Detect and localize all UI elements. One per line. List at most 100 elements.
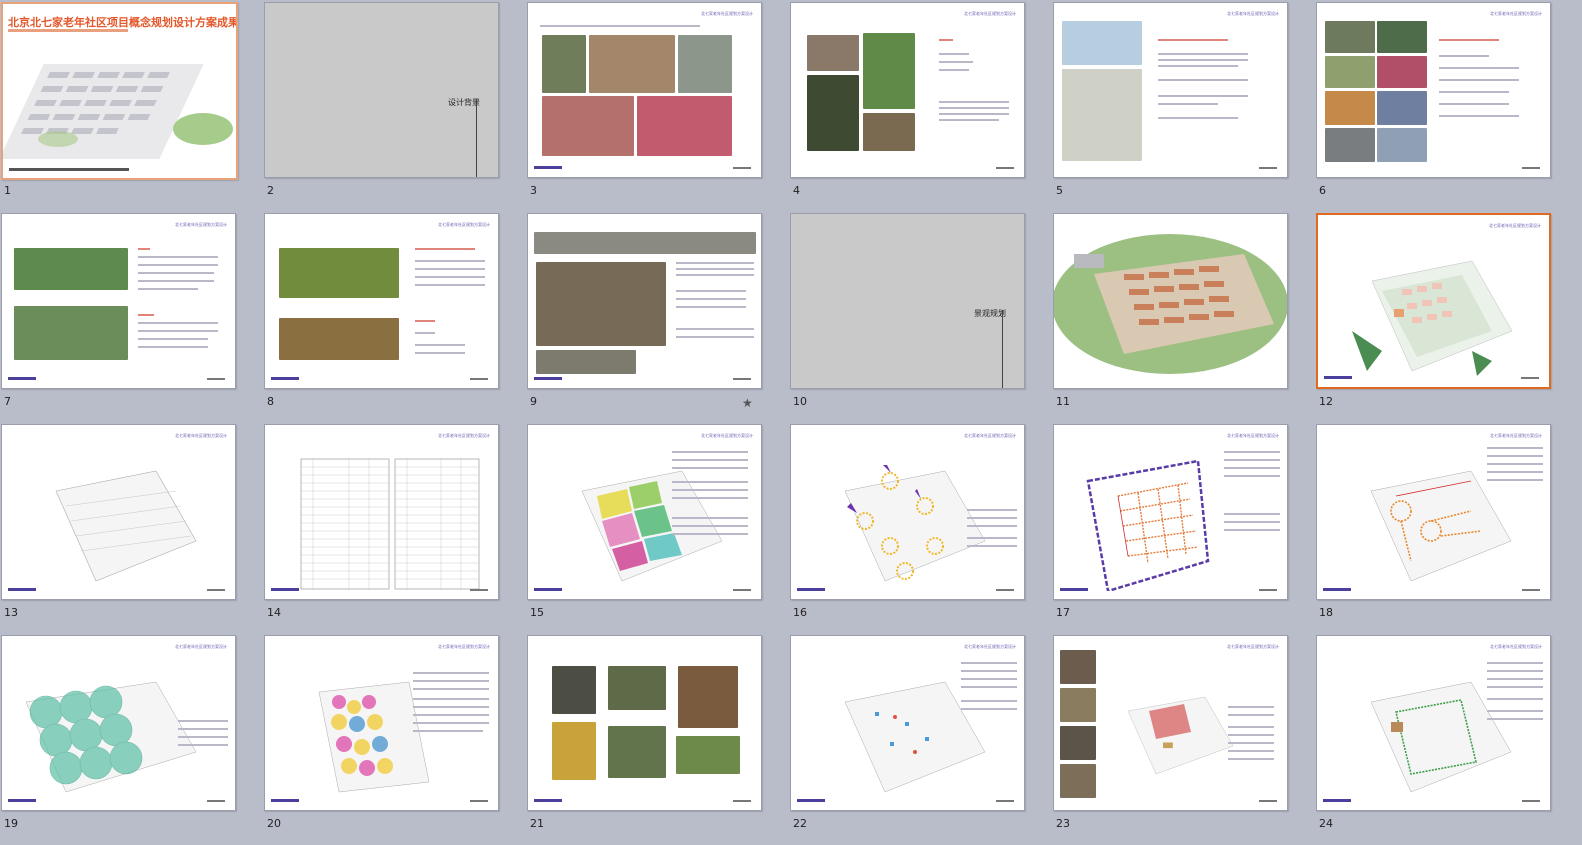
photo-grid bbox=[14, 248, 128, 290]
slide-header: 北七家老年社区规划方案设计 bbox=[1490, 433, 1542, 438]
slide-sorter-grid: 北京北七家老年社区项目概念规划设计方案成果 1 设计背景 2 北七家老年社区规划… bbox=[0, 0, 1553, 830]
slide-thumb-2[interactable]: 设计背景 2 bbox=[264, 2, 501, 197]
text-line bbox=[961, 662, 1017, 664]
text-line bbox=[178, 744, 228, 746]
footer-text bbox=[1259, 589, 1277, 591]
text-line bbox=[138, 314, 154, 316]
slide-number: 12 bbox=[1319, 395, 1333, 408]
text-line bbox=[1228, 758, 1274, 760]
slide-thumb-5[interactable]: 北七家老年社区规划方案设计 5 bbox=[1053, 2, 1290, 197]
logo-bar bbox=[534, 377, 562, 380]
slide-thumb-13[interactable]: 北七家老年社区规划方案设计 13 bbox=[1, 424, 238, 619]
slide-thumb-21[interactable]: 21 bbox=[527, 635, 764, 830]
slide-header: 北七家老年社区规划方案设计 bbox=[175, 433, 227, 438]
text-line bbox=[1487, 710, 1543, 712]
slide-20-canvas: 北七家老年社区规划方案设计 bbox=[264, 635, 499, 811]
slide-1-canvas: 北京北七家老年社区项目概念规划设计方案成果 bbox=[1, 2, 238, 180]
footer-text bbox=[1522, 589, 1540, 591]
photo-grid bbox=[14, 306, 128, 360]
text-line bbox=[672, 497, 748, 499]
text-line bbox=[672, 481, 748, 483]
slide-header: 北七家老年社区规划方案设计 bbox=[701, 433, 753, 438]
text-line bbox=[540, 25, 700, 27]
slide-thumb-22[interactable]: 北七家老年社区规划方案设计 22 bbox=[790, 635, 1027, 830]
text-line bbox=[415, 352, 465, 354]
slide-thumb-8[interactable]: 北七家老年社区规划方案设计 8 bbox=[264, 213, 501, 408]
slide-number: 3 bbox=[530, 184, 537, 197]
text-line bbox=[967, 537, 1017, 539]
slide-thumb-10[interactable]: 景观规划 10 bbox=[790, 213, 1027, 408]
slide-6-canvas: 北七家老年社区规划方案设计 bbox=[1316, 2, 1551, 178]
text-line bbox=[672, 517, 748, 519]
footer-text bbox=[996, 589, 1014, 591]
text-line bbox=[1439, 91, 1509, 93]
slide-thumb-3[interactable]: 北七家老年社区规划方案设计 3 bbox=[527, 2, 764, 197]
text-line bbox=[1439, 79, 1519, 81]
text-line bbox=[138, 264, 218, 266]
text-line bbox=[939, 107, 1009, 109]
slide-thumb-4[interactable]: 北七家老年社区规划方案设计 4 bbox=[790, 2, 1027, 197]
slide-thumb-6[interactable]: 北七家老年社区规划方案设计 6 bbox=[1316, 2, 1553, 197]
text-line bbox=[967, 525, 1017, 527]
photo bbox=[589, 35, 675, 93]
text-line bbox=[1158, 59, 1248, 61]
text-line bbox=[413, 698, 489, 700]
text-line bbox=[1487, 670, 1543, 672]
text-line bbox=[413, 672, 489, 674]
slide-7-canvas: 北七家老年社区规划方案设计 bbox=[1, 213, 236, 389]
slide-2-canvas: 设计背景 bbox=[264, 2, 499, 178]
china-map bbox=[1062, 69, 1142, 161]
photo bbox=[1377, 91, 1427, 125]
text-line bbox=[1228, 706, 1274, 708]
world-map bbox=[1062, 21, 1142, 65]
slide-thumb-16[interactable]: 北七家老年社区规划方案设计 16 bbox=[790, 424, 1027, 619]
text-line bbox=[1224, 467, 1280, 469]
text-line bbox=[413, 730, 483, 732]
text-line bbox=[138, 248, 150, 250]
facility-plan bbox=[318, 681, 430, 793]
slide-thumb-24[interactable]: 北七家老年社区规划方案设计 24 bbox=[1316, 635, 1553, 830]
photo bbox=[608, 666, 666, 710]
logo-bar bbox=[534, 166, 562, 169]
slide-23-canvas: 北七家老年社区规划方案设计 bbox=[1053, 635, 1288, 811]
star-icon[interactable]: ★ bbox=[742, 396, 753, 410]
logo-bar bbox=[1324, 376, 1352, 379]
slide-thumb-18[interactable]: 北七家老年社区规划方案设计 18 bbox=[1316, 424, 1553, 619]
slide-thumb-7[interactable]: 北七家老年社区规划方案设计 7 bbox=[1, 213, 238, 408]
photo-grid bbox=[279, 248, 399, 298]
text-line bbox=[1158, 53, 1248, 55]
text-line bbox=[967, 517, 1017, 519]
logo-bar bbox=[797, 799, 825, 802]
photo bbox=[1060, 764, 1096, 798]
cover-aerial-render bbox=[3, 64, 233, 171]
panorama-photo bbox=[534, 232, 756, 254]
slide-thumb-23[interactable]: 北七家老年社区规划方案设计 23 bbox=[1053, 635, 1290, 830]
text-line bbox=[1224, 513, 1280, 515]
slide-thumb-15[interactable]: 北七家老年社区规划方案设计 15 bbox=[527, 424, 764, 619]
slide-number: 6 bbox=[1319, 184, 1326, 197]
text-line bbox=[939, 61, 973, 63]
footer-text bbox=[207, 800, 225, 802]
logo-bar bbox=[534, 799, 562, 802]
photo bbox=[863, 33, 915, 109]
slide-number: 10 bbox=[793, 395, 807, 408]
photo bbox=[678, 35, 732, 93]
logo-bar bbox=[797, 588, 825, 591]
slide-thumb-11[interactable]: 11 bbox=[1053, 213, 1290, 408]
text-line bbox=[961, 670, 1017, 672]
photo bbox=[807, 75, 859, 151]
slide-number: 22 bbox=[793, 817, 807, 830]
slide-thumb-1[interactable]: 北京北七家老年社区项目概念规划设计方案成果 1 bbox=[1, 2, 238, 197]
slide-thumb-19[interactable]: 北七家老年社区规划方案设计 19 bbox=[1, 635, 238, 830]
footer-text bbox=[996, 800, 1014, 802]
text-line bbox=[676, 268, 754, 270]
text-line bbox=[1487, 447, 1543, 449]
slide-header: 北七家老年社区规划方案设计 bbox=[964, 11, 1016, 16]
slide-header: 北七家老年社区规划方案设计 bbox=[964, 433, 1016, 438]
slide-thumb-14[interactable]: 北七家老年社区规划方案设计 14 bbox=[264, 424, 501, 619]
slide-thumb-12[interactable]: 北七家老年社区规划方案设计 12 bbox=[1316, 213, 1553, 408]
slide-thumb-20[interactable]: 北七家老年社区规划方案设计 20 bbox=[264, 635, 501, 830]
slide-thumb-17[interactable]: 北七家老年社区规划方案设计 17 bbox=[1053, 424, 1290, 619]
slide-thumb-9[interactable]: 9 bbox=[527, 213, 764, 408]
text-line bbox=[967, 545, 1017, 547]
